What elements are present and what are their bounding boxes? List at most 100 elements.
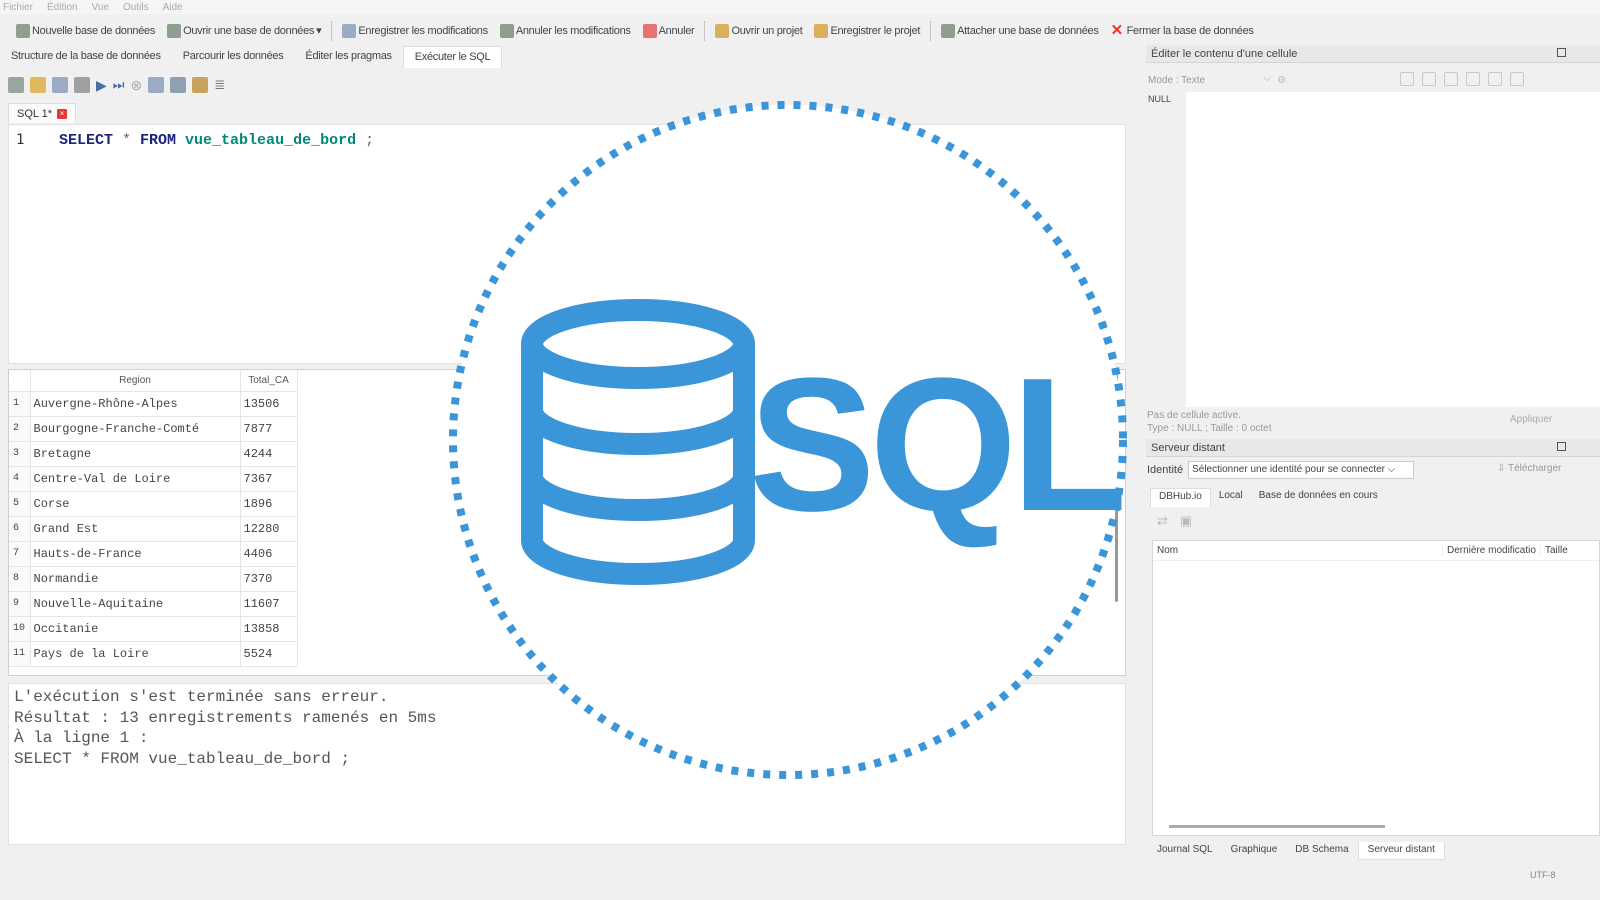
row-number[interactable]: 11 bbox=[9, 641, 31, 667]
sql-editor-tab[interactable]: SQL 1* × bbox=[8, 103, 77, 123]
table-row[interactable]: 9 Nouvelle-Aquitaine 11607 bbox=[9, 591, 298, 617]
cell-region[interactable]: Corse bbox=[30, 491, 241, 517]
cell-region[interactable]: Centre-Val de Loire bbox=[30, 466, 241, 492]
vertical-scrollbar[interactable] bbox=[1115, 374, 1118, 602]
row-number[interactable]: 9 bbox=[9, 591, 31, 617]
tab-plot[interactable]: Graphique bbox=[1222, 842, 1287, 860]
new-database-button[interactable]: Nouvelle base de données bbox=[10, 20, 161, 42]
print-cell-icon[interactable] bbox=[1510, 72, 1524, 86]
column-header-size[interactable]: Taille bbox=[1541, 545, 1591, 556]
tab-remote[interactable]: Serveur distant bbox=[1357, 842, 1445, 860]
row-number[interactable]: 4 bbox=[9, 466, 31, 492]
save-project-button[interactable]: Enregistrer le projet bbox=[808, 20, 926, 42]
open-database-button[interactable]: Ouvrir une base de données ▾ bbox=[161, 20, 327, 42]
chevron-down-icon[interactable]: ⌵ bbox=[1211, 73, 1271, 87]
cell-region[interactable]: Bretagne bbox=[30, 441, 241, 467]
execute-line-icon[interactable]: ⏭ bbox=[113, 77, 125, 93]
set-null-icon[interactable] bbox=[1444, 72, 1458, 86]
cell-total-ca[interactable]: 4244 bbox=[240, 441, 298, 467]
tab-edit-pragmas[interactable]: Éditer les pragmas bbox=[294, 46, 402, 68]
save-results-icon[interactable] bbox=[148, 77, 165, 93]
cell-region[interactable]: Bourgogne-Franche-Comté bbox=[30, 416, 241, 442]
sql-code[interactable]: SELECT * FROM vue_tableau_de_bord ; bbox=[59, 132, 374, 149]
row-number[interactable]: 3 bbox=[9, 441, 31, 467]
mode-selector[interactable]: Mode : Texte ⌵ ⚙ bbox=[1148, 73, 1286, 87]
stop-execution-icon[interactable]: ⊗ bbox=[130, 77, 142, 94]
table-row[interactable]: 1 Auvergne-Rhône-Alpes 13506 bbox=[9, 391, 298, 417]
tab-execute-sql[interactable]: Exécuter le SQL bbox=[402, 46, 503, 68]
remote-file-list[interactable]: Nom Dernière modificatio Taille bbox=[1152, 540, 1600, 836]
results-grid[interactable]: Region Total_CA 1 Auvergne-Rhône-Alpes 135… bbox=[8, 369, 1126, 676]
cell-total-ca[interactable]: 5524 bbox=[240, 641, 298, 667]
cell-total-ca[interactable]: 11607 bbox=[240, 591, 298, 617]
table-row[interactable]: 2 Bourgogne-Franche-Comté 7877 bbox=[9, 416, 298, 442]
sql-editor[interactable]: 1 SELECT * FROM vue_tableau_de_bord ; bbox=[8, 124, 1126, 364]
menu-edit[interactable]: Édition bbox=[47, 2, 78, 13]
cell-total-ca[interactable]: 1896 bbox=[240, 491, 298, 517]
import-icon[interactable] bbox=[1400, 72, 1414, 86]
export-icon[interactable] bbox=[1422, 72, 1436, 86]
cell-content-editor[interactable] bbox=[1186, 92, 1600, 407]
attach-database-button[interactable]: Attacher une base de données bbox=[935, 20, 1104, 42]
table-row[interactable]: 8 Normandie 7370 bbox=[9, 566, 298, 592]
tab-db-schema[interactable]: DB Schema bbox=[1286, 842, 1357, 860]
dropdown-arrow-icon[interactable]: ▾ bbox=[316, 24, 322, 37]
cell-total-ca[interactable]: 7877 bbox=[240, 416, 298, 442]
open-tab-icon[interactable] bbox=[8, 77, 24, 93]
row-number[interactable]: 7 bbox=[9, 541, 31, 567]
find-replace-icon[interactable] bbox=[192, 77, 209, 93]
tab-browse-data[interactable]: Parcourir les données bbox=[172, 46, 295, 68]
float-panel-icon[interactable] bbox=[1557, 48, 1566, 57]
save-sql-file-icon[interactable] bbox=[52, 77, 68, 93]
tab-local[interactable]: Local bbox=[1211, 488, 1251, 507]
column-header-name[interactable]: Nom bbox=[1153, 545, 1443, 556]
menu-tools[interactable]: Outils bbox=[123, 2, 149, 13]
table-row[interactable]: 4 Centre-Val de Loire 7367 bbox=[9, 466, 298, 492]
apply-button[interactable]: Appliquer bbox=[1510, 414, 1552, 425]
tab-sql-log[interactable]: Journal SQL bbox=[1148, 842, 1222, 860]
cell-total-ca[interactable]: 12280 bbox=[240, 516, 298, 542]
open-project-button[interactable]: Ouvrir un projet bbox=[709, 20, 808, 42]
cell-total-ca[interactable]: 13858 bbox=[240, 616, 298, 642]
open-sql-file-icon[interactable] bbox=[30, 77, 46, 93]
menu-file[interactable]: Fichier bbox=[3, 2, 33, 13]
cell-region[interactable]: Nouvelle-Aquitaine bbox=[30, 591, 241, 617]
cell-region[interactable]: Hauts-de-France bbox=[30, 541, 241, 567]
execute-all-icon[interactable]: ▶ bbox=[96, 77, 107, 94]
column-header-total-ca[interactable]: Total_CA bbox=[240, 370, 298, 392]
row-number[interactable]: 6 bbox=[9, 516, 31, 542]
close-database-button[interactable]: ✕ Fermer la base de données bbox=[1105, 20, 1260, 42]
row-number[interactable]: 1 bbox=[9, 391, 31, 417]
float-panel-icon[interactable] bbox=[1557, 442, 1566, 451]
menu-help[interactable]: Aide bbox=[163, 2, 183, 13]
row-number[interactable]: 2 bbox=[9, 416, 31, 442]
column-header-last-modified[interactable]: Dernière modificatio bbox=[1443, 545, 1541, 556]
download-button[interactable]: ⇩ Télécharger bbox=[1497, 463, 1561, 474]
cell-region[interactable]: Pays de la Loire bbox=[30, 641, 241, 667]
revert-changes-button[interactable]: Annuler les modifications bbox=[494, 20, 637, 42]
table-row[interactable]: 5 Corse 1896 bbox=[9, 491, 298, 517]
table-row[interactable]: 7 Hauts-de-France 4406 bbox=[9, 541, 298, 567]
cell-region[interactable]: Auvergne-Rhône-Alpes bbox=[30, 391, 241, 417]
cell-total-ca[interactable]: 13506 bbox=[240, 391, 298, 417]
table-row[interactable]: 6 Grand Est 12280 bbox=[9, 516, 298, 542]
cell-region[interactable]: Normandie bbox=[30, 566, 241, 592]
tab-current-database[interactable]: Base de données en cours bbox=[1251, 488, 1386, 507]
find-icon[interactable] bbox=[170, 77, 187, 93]
row-number[interactable]: 10 bbox=[9, 616, 31, 642]
cell-total-ca[interactable]: 7367 bbox=[240, 466, 298, 492]
undo-button[interactable]: Annuler bbox=[637, 20, 701, 42]
row-number[interactable]: 5 bbox=[9, 491, 31, 517]
cell-total-ca[interactable]: 4406 bbox=[240, 541, 298, 567]
open-external-icon[interactable] bbox=[1488, 72, 1502, 86]
close-tab-icon[interactable]: × bbox=[57, 108, 68, 119]
row-number[interactable]: 8 bbox=[9, 566, 31, 592]
identity-select[interactable]: Sélectionner une identité pour se connec… bbox=[1188, 461, 1415, 479]
menu-view[interactable]: Vue bbox=[92, 2, 109, 13]
refresh-icon[interactable]: ⇄ bbox=[1157, 513, 1168, 529]
comment-icon[interactable]: ≣ bbox=[214, 77, 225, 93]
table-row[interactable]: 3 Bretagne 4244 bbox=[9, 441, 298, 467]
cell-region[interactable]: Occitanie bbox=[30, 616, 241, 642]
table-row[interactable]: 10 Occitanie 13858 bbox=[9, 616, 298, 642]
cell-total-ca[interactable]: 7370 bbox=[240, 566, 298, 592]
